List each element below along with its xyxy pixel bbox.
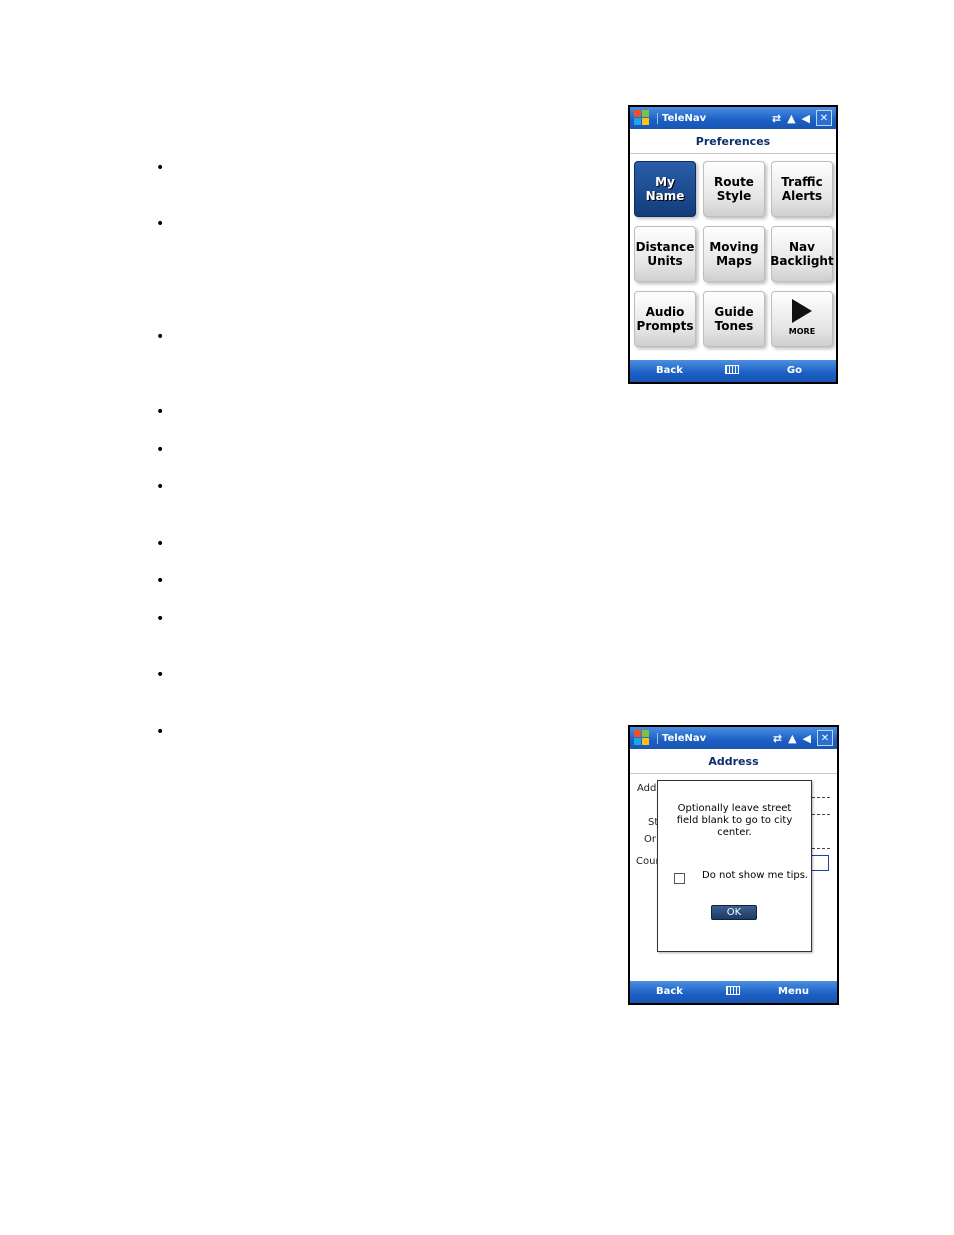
tile-nav-backlight[interactable]: Nav Backlight	[770, 226, 834, 282]
go-softkey[interactable]: Go	[787, 365, 802, 376]
tip-message: Optionally leave street field blank to g…	[676, 803, 793, 838]
tile-moving-maps[interactable]: Moving Maps	[703, 226, 765, 282]
windows-start-icon[interactable]	[633, 110, 651, 126]
street-input[interactable]	[812, 814, 830, 815]
tips-dialog: Optionally leave street field blank to g…	[657, 780, 812, 952]
bullet	[156, 728, 164, 736]
bullet	[156, 220, 164, 228]
app-name: TeleNav	[657, 732, 706, 744]
close-icon[interactable]: ✕	[817, 730, 833, 746]
more-label: MORE	[788, 327, 816, 336]
bullet	[156, 483, 164, 491]
windows-start-icon[interactable]	[633, 730, 651, 746]
soft-key-bar: Back Menu	[630, 981, 837, 1003]
address-screen: TeleNav ⇄ ▲ ◀ ✕ Address Add St Or Coun O…	[628, 725, 839, 1005]
title-bar: TeleNav ⇄ ▲ ◀ ✕	[630, 727, 837, 749]
title-bar: TeleNav ⇄ ▲ ◀ ✕	[630, 107, 836, 129]
tile-my-name[interactable]: My Name	[634, 161, 696, 217]
connectivity-icon[interactable]: ⇄	[772, 112, 781, 125]
bullet	[156, 671, 164, 679]
tile-audio-prompts[interactable]: Audio Prompts	[634, 291, 696, 347]
play-arrow-icon	[791, 299, 812, 323]
address-input[interactable]	[812, 797, 830, 798]
bullet	[156, 577, 164, 585]
back-softkey[interactable]: Back	[656, 986, 683, 997]
ok-button[interactable]: OK	[711, 905, 757, 920]
volume-icon[interactable]: ◀	[802, 112, 810, 125]
menu-softkey[interactable]: Menu	[778, 986, 809, 997]
bullet	[156, 540, 164, 548]
keyboard-icon[interactable]	[725, 365, 739, 374]
tile-traffic-alerts[interactable]: Traffic Alerts	[771, 161, 833, 217]
screen-title: Address	[630, 749, 837, 774]
signal-icon[interactable]: ▲	[787, 112, 795, 125]
tile-distance-units[interactable]: Distance Units	[634, 226, 696, 282]
screen-title: Preferences	[630, 129, 836, 154]
bullet	[156, 615, 164, 623]
do-not-show-checkbox[interactable]	[674, 873, 685, 884]
city-input[interactable]	[812, 848, 830, 849]
app-name: TeleNav	[657, 112, 706, 124]
tile-guide-tones[interactable]: Guide Tones	[703, 291, 765, 347]
or-label: Or	[644, 834, 656, 845]
tile-more[interactable]: MORE	[771, 291, 833, 347]
preferences-screen: TeleNav ⇄ ▲ ◀ ✕ Preferences My Name Rout…	[628, 105, 838, 384]
bullet	[156, 408, 164, 416]
keyboard-icon[interactable]	[725, 986, 740, 995]
connectivity-icon[interactable]: ⇄	[773, 732, 782, 745]
signal-icon[interactable]: ▲	[788, 732, 796, 745]
checkbox-label: Do not show me tips.	[702, 870, 809, 881]
bullet	[156, 164, 164, 172]
back-softkey[interactable]: Back	[656, 365, 683, 376]
volume-icon[interactable]: ◀	[803, 732, 811, 745]
country-input[interactable]	[812, 855, 829, 871]
bullet	[156, 333, 164, 341]
soft-key-bar: Back Go	[630, 360, 836, 382]
tile-route-style[interactable]: Route Style	[703, 161, 765, 217]
address-field-label: Add	[637, 783, 657, 794]
bullet	[156, 446, 164, 454]
close-icon[interactable]: ✕	[816, 110, 832, 126]
